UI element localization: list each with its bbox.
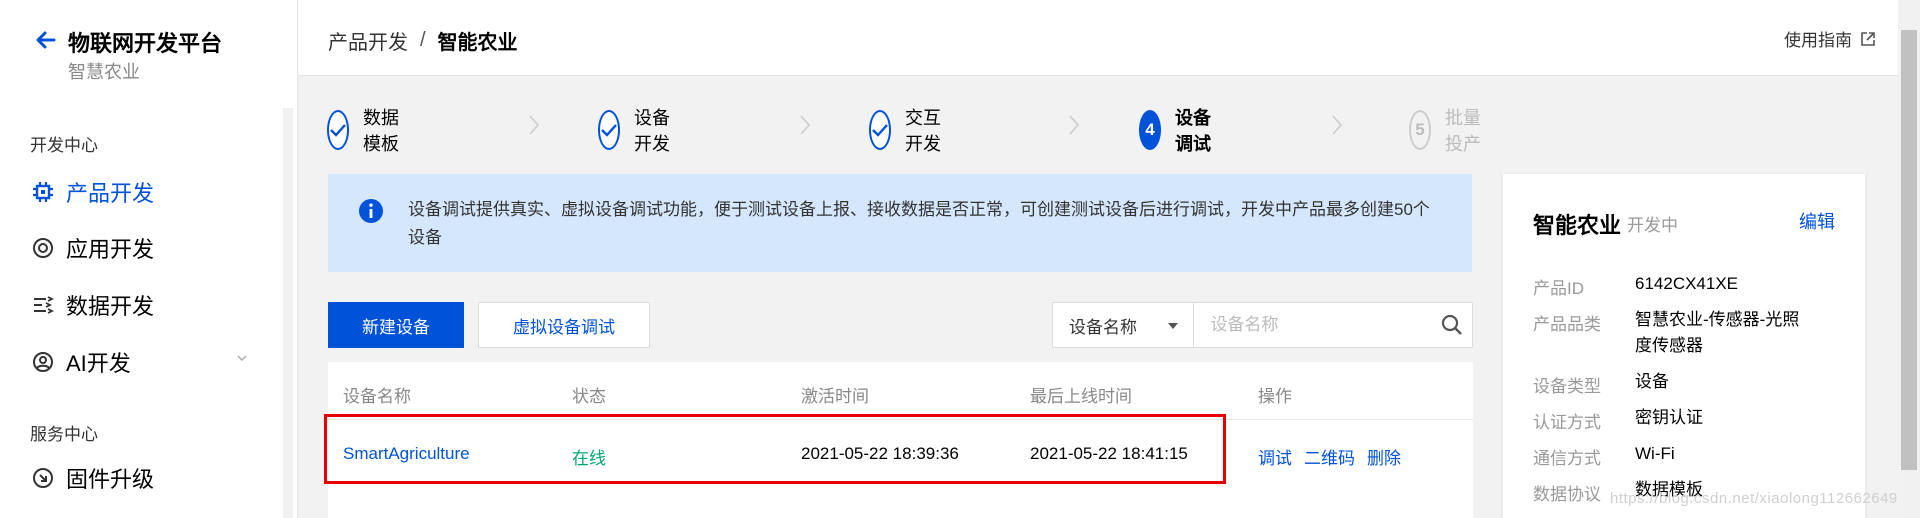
back-arrow-icon[interactable] bbox=[32, 26, 60, 54]
search-field-select[interactable]: 设备名称 bbox=[1053, 303, 1195, 347]
sidebar-item-product-dev[interactable]: 产品开发 bbox=[30, 172, 154, 212]
field-value: Wi-Fi bbox=[1635, 444, 1675, 463]
page-scrollbar-thumb[interactable] bbox=[1901, 30, 1917, 470]
column-header: 激活时间 bbox=[801, 387, 869, 406]
info-icon bbox=[359, 199, 383, 223]
sidebar-item-label: 数据开发 bbox=[66, 294, 155, 319]
step-batch-production[interactable]: 5 批量投产 bbox=[1409, 104, 1481, 156]
new-device-button[interactable]: 新建设备 bbox=[328, 302, 464, 348]
chevron-right-icon bbox=[800, 115, 811, 135]
step-number: 4 bbox=[1139, 110, 1161, 150]
sidebar-item-label: 固件升级 bbox=[66, 467, 155, 492]
watermark: https://blog.csdn.net/xiaolong1126626497 bbox=[1610, 490, 1907, 507]
step-label: 设备开发 bbox=[634, 108, 670, 154]
app-icon bbox=[30, 235, 56, 261]
sidebar-scrollbar[interactable] bbox=[283, 108, 293, 518]
step-label: 设备调试 bbox=[1175, 108, 1211, 154]
step-label: 数据模板 bbox=[363, 108, 399, 154]
chip-icon bbox=[30, 179, 56, 205]
section-dev-center: 开发中心 bbox=[30, 136, 98, 155]
edit-link[interactable]: 编辑 bbox=[1799, 208, 1835, 234]
step-label: 交互开发 bbox=[905, 108, 941, 154]
debug-link[interactable]: 调试 bbox=[1258, 444, 1292, 469]
project-name: 智慧农业 bbox=[68, 62, 140, 82]
field-value: 设备 bbox=[1635, 372, 1669, 391]
step-device-debug[interactable]: 4 设备调试 bbox=[1139, 104, 1211, 156]
sidebar: 物联网开发平台 智慧农业 开发中心 产品开发 应用开发 数据开发 AI开发 服务… bbox=[0, 0, 298, 518]
data-flow-icon bbox=[30, 292, 56, 318]
field-key: 认证方式 bbox=[1533, 413, 1601, 432]
product-state: 开发中 bbox=[1627, 216, 1678, 235]
step-data-template[interactable]: 数据模板 bbox=[327, 104, 399, 156]
product-name: 智能农业 bbox=[1533, 213, 1622, 238]
device-search: 设备名称 bbox=[1052, 302, 1473, 348]
usage-guide-link[interactable]: 使用指南 bbox=[1784, 26, 1876, 51]
notice-text: 设备调试提供真实、虚拟设备调试功能，便于测试设备上报、接收数据是否正常，可创建测… bbox=[408, 200, 1430, 247]
column-header: 状态 bbox=[572, 387, 606, 406]
chevron-down-icon[interactable] bbox=[236, 352, 248, 364]
step-device-dev[interactable]: 设备开发 bbox=[598, 104, 670, 156]
search-icon bbox=[1441, 314, 1462, 335]
sidebar-item-data-dev[interactable]: 数据开发 bbox=[30, 285, 154, 325]
breadcrumb: 产品开发 / 智能农业 bbox=[328, 26, 518, 55]
section-service-center: 服务中心 bbox=[30, 425, 98, 444]
column-header: 最后上线时间 bbox=[1030, 387, 1132, 406]
column-header: 操作 bbox=[1258, 387, 1292, 406]
column-header: 设备名称 bbox=[343, 387, 411, 406]
field-key: 数据协议 bbox=[1533, 485, 1601, 504]
platform-title: 物联网开发平台 bbox=[68, 31, 223, 56]
breadcrumb-current: 智能农业 bbox=[437, 32, 518, 54]
sidebar-item-ai-dev[interactable]: AI开发 bbox=[30, 342, 131, 382]
field-value: 密钥认证 bbox=[1635, 408, 1703, 427]
check-icon bbox=[598, 110, 620, 150]
sidebar-item-label: 应用开发 bbox=[66, 237, 155, 262]
caret-down-icon bbox=[1168, 323, 1179, 329]
breadcrumb-separator: / bbox=[420, 29, 426, 51]
search-field-value: 设备名称 bbox=[1069, 317, 1137, 337]
check-icon bbox=[869, 110, 891, 150]
sidebar-item-firmware[interactable]: 固件升级 bbox=[30, 458, 154, 498]
product-info-card: 智能农业 开发中 编辑 产品ID 6142CX41XE 产品品类 智慧农业-传感… bbox=[1503, 174, 1865, 518]
step-label: 批量投产 bbox=[1445, 108, 1481, 154]
top-header: 产品开发 / 智能农业 使用指南 bbox=[298, 0, 1898, 76]
virtual-device-debug-button[interactable]: 虚拟设备调试 bbox=[478, 302, 650, 348]
chevron-right-icon bbox=[1069, 115, 1080, 135]
step-number: 5 bbox=[1409, 110, 1431, 150]
sidebar-item-app-dev[interactable]: 应用开发 bbox=[30, 228, 154, 268]
sidebar-item-label: 产品开发 bbox=[66, 181, 155, 206]
table-header: 设备名称 状态 激活时间 最后上线时间 操作 bbox=[328, 362, 1473, 420]
sidebar-item-label: AI开发 bbox=[66, 351, 131, 376]
delete-link[interactable]: 删除 bbox=[1367, 444, 1401, 469]
firmware-upgrade-icon bbox=[30, 465, 56, 491]
field-key: 设备类型 bbox=[1533, 377, 1601, 396]
ai-icon bbox=[30, 349, 56, 375]
breadcrumb-parent[interactable]: 产品开发 bbox=[328, 26, 408, 55]
info-notice: 设备调试提供真实、虚拟设备调试功能，便于测试设备上报、接收数据是否正常，可创建测… bbox=[328, 174, 1472, 272]
external-link-icon bbox=[1861, 31, 1875, 46]
row-actions: 调试 二维码 删除 bbox=[1258, 444, 1401, 469]
field-key: 产品品类 bbox=[1533, 315, 1601, 334]
chevron-right-icon bbox=[529, 115, 540, 135]
qrcode-link[interactable]: 二维码 bbox=[1304, 444, 1355, 469]
field-key: 通信方式 bbox=[1533, 449, 1601, 468]
search-input[interactable] bbox=[1194, 303, 1432, 347]
chevron-right-icon bbox=[1332, 115, 1343, 135]
check-icon bbox=[327, 110, 349, 150]
step-interaction-dev[interactable]: 交互开发 bbox=[869, 104, 941, 156]
usage-guide-label: 使用指南 bbox=[1784, 31, 1852, 50]
highlight-box bbox=[324, 414, 1226, 484]
field-value: 智慧农业-传感器-光照度传感器 bbox=[1635, 310, 1800, 355]
field-value: 6142CX41XE bbox=[1635, 274, 1739, 293]
field-key: 产品ID bbox=[1533, 279, 1584, 298]
search-button[interactable] bbox=[1431, 303, 1472, 347]
